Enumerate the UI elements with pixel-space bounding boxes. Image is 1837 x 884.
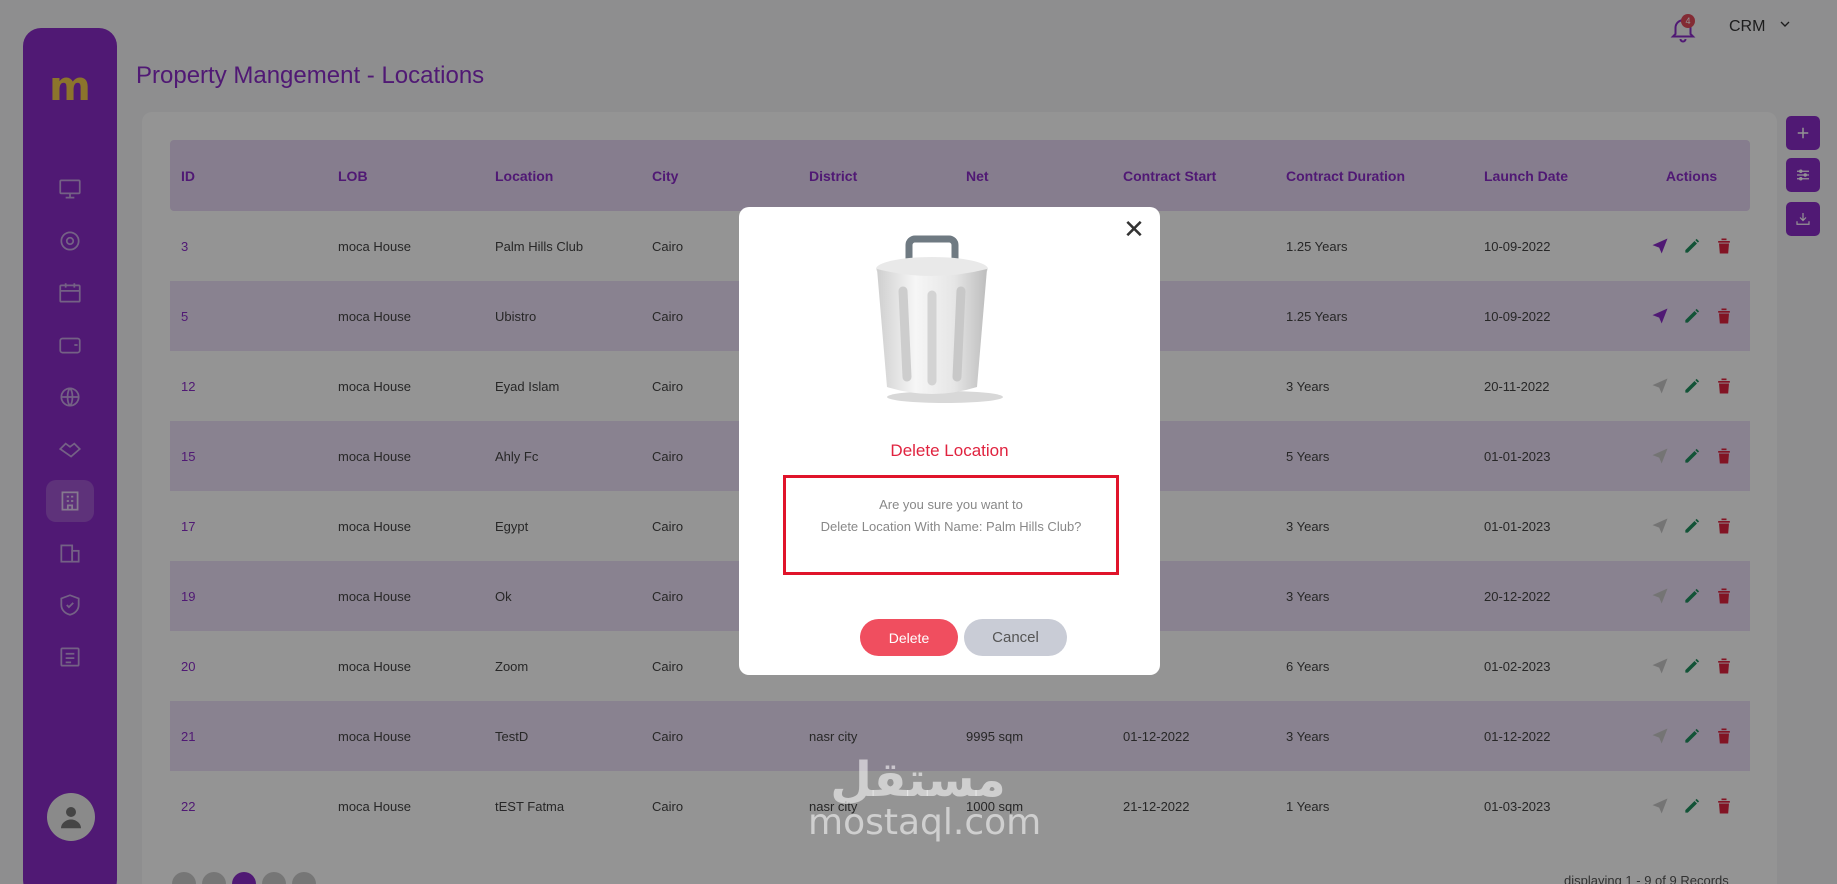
dialog-title: Delete Location <box>890 441 1009 460</box>
delete-button[interactable]: Delete <box>860 619 958 656</box>
delete-location-dialog: ✕ Delete Location Are you sure you want … <box>739 207 1160 675</box>
dialog-message-line2: Delete Location With Name: Palm Hills Cl… <box>820 519 1082 534</box>
trash-can-illustration <box>876 235 1003 403</box>
watermark: مستقل mostaql.com <box>808 752 1042 843</box>
watermark-latin: mostaql.com <box>808 802 1042 843</box>
dialog-message-line1: Are you sure you want to <box>879 497 1023 512</box>
cancel-button[interactable]: Cancel <box>964 619 1067 656</box>
close-icon[interactable]: ✕ <box>1120 214 1148 244</box>
watermark-arabic: مستقل <box>830 752 1006 808</box>
dialog-message-box: Are you sure you want to Delete Location… <box>783 475 1119 575</box>
